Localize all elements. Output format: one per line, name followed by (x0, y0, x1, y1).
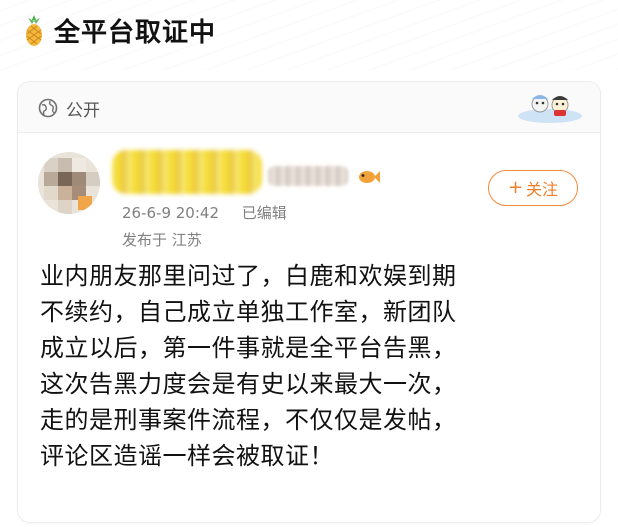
sticker-icon (518, 95, 582, 123)
avatar-image (38, 152, 100, 214)
page-header: 全平台取证中 (0, 0, 618, 70)
post-body-text: 业内朋友那里问过了，白鹿和欢娱到期 不续约，自己成立单独工作室，新团队 成立以后… (40, 262, 457, 470)
post-location: 发布于 江苏 (122, 231, 202, 249)
fish-badge-icon (359, 171, 380, 183)
page-title: 全平台取证中 (54, 18, 217, 48)
post-card: 公开 26-6-9 20:42 已编辑 发布于 江苏 + 关注 业内朋友那里问过… (18, 82, 600, 522)
follow-button[interactable]: + 关注 (488, 170, 578, 206)
post-meta: 26-6-9 20:42 已编辑 (122, 202, 287, 223)
plus-icon: + (507, 177, 524, 198)
header-title-wrap: 全平台取证中 (22, 12, 216, 49)
visibility-label: 公开 (66, 101, 100, 121)
avatar[interactable] (38, 152, 100, 214)
edited-label[interactable]: 已编辑 (242, 204, 287, 222)
username-blurred[interactable] (112, 150, 262, 194)
follow-label: 关注 (526, 180, 559, 199)
globe-icon (38, 98, 58, 118)
pineapple-icon (26, 14, 42, 46)
user-tag-blurred (268, 166, 348, 186)
visibility-row: 公开 (18, 82, 600, 133)
post-timestamp: 26-6-9 20:42 (122, 204, 219, 222)
